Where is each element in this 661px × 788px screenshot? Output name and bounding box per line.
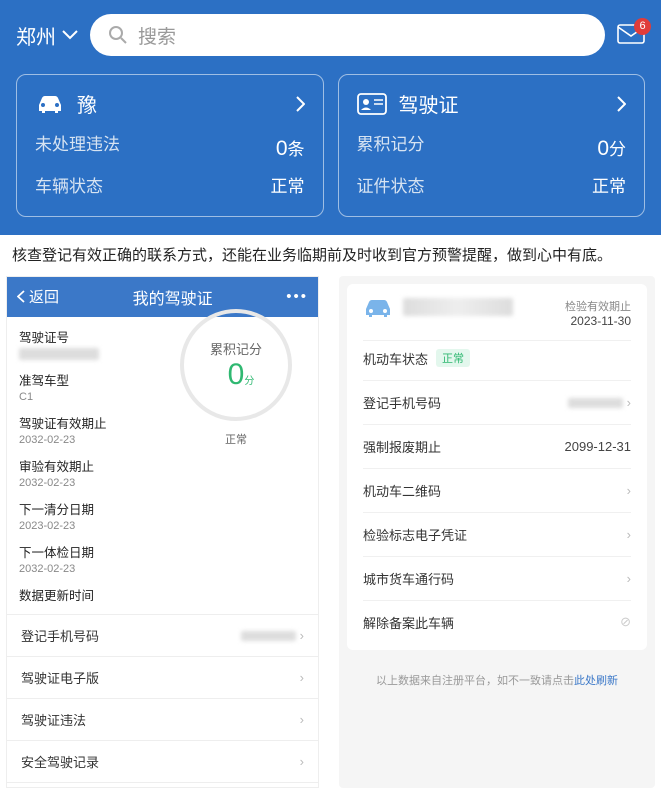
row-label: 城市货车通行码 <box>363 569 454 588</box>
footnote: 以上数据来自注册平台，如不一致请点击此处刷新 <box>339 658 655 702</box>
row-label: 检验标志电子凭证 <box>363 525 467 544</box>
more-button[interactable]: ••• <box>286 288 308 305</box>
chevron-right-icon: › <box>300 754 304 769</box>
chevron-right-icon <box>617 96 626 112</box>
review-label: 审验有效期止 <box>19 456 306 475</box>
row-label: 强制报废期止 <box>363 437 441 456</box>
nav-item-violation[interactable]: 驾驶证违法 › <box>7 699 318 741</box>
refresh-link[interactable]: 此处刷新 <box>574 675 618 687</box>
row-label: 解除备案此车辆 <box>363 613 454 632</box>
chevron-right-icon: › <box>627 571 631 586</box>
inspect-expiry-date: 2023-11-30 <box>565 314 631 328</box>
vehicle-detail-panel: 检验有效期止 2023-11-30 机动车状态 正常 登记手机号码 › 强制报废… <box>339 276 655 788</box>
license-status-value: 正常 <box>592 170 626 204</box>
detail-panels: 返回 我的驾驶证 ••• 累积记分 0分 正常 驾驶证号 准驾车型 <box>0 276 661 788</box>
back-label: 返回 <box>29 286 59 307</box>
chevron-right-icon: › <box>300 670 304 685</box>
violations-count: 0 <box>276 137 288 160</box>
violations-label: 未处理违法 <box>35 128 120 170</box>
row-phone[interactable]: 登记手机号码 › <box>363 380 631 424</box>
violations-unit: 条 <box>288 140 305 159</box>
nav-label: 驾驶证违法 <box>21 710 86 729</box>
nav-label: 安全驾驶记录 <box>21 752 99 771</box>
license-status-label: 证件状态 <box>357 170 425 204</box>
chevron-down-icon <box>62 30 78 40</box>
license-detail-panel: 返回 我的驾驶证 ••• 累积记分 0分 正常 驾驶证号 准驾车型 <box>6 276 319 788</box>
points-label: 累积记分 <box>357 128 425 170</box>
chevron-right-icon: › <box>300 712 304 727</box>
vehicle-card[interactable]: 豫 未处理违法 0条 车辆状态 正常 <box>16 74 324 217</box>
inspect-expiry-label: 检验有效期止 <box>565 298 631 314</box>
row-label: 机动车二维码 <box>363 481 441 500</box>
id-card-icon <box>357 93 387 115</box>
vehicle-status-label: 车辆状态 <box>35 170 103 204</box>
chevron-left-icon <box>17 290 25 303</box>
nav-item-record[interactable]: 安全驾驶记录 › <box>7 741 318 783</box>
top-bar: 郑州 搜索 6 <box>16 14 645 56</box>
nav-label: 驾驶证电子版 <box>21 668 99 687</box>
next-clear-value: 2023-02-23 <box>19 520 306 532</box>
license-no-value <box>19 348 99 360</box>
row-label: 登记手机号码 <box>363 393 441 412</box>
veh-status-label: 机动车状态 <box>363 349 428 368</box>
nav-label: 登记手机号码 <box>21 626 99 645</box>
plate-prefix: 豫 <box>77 89 97 118</box>
row-cert[interactable]: 检验标志电子凭证 › <box>363 512 631 556</box>
chevron-right-icon: › <box>627 527 631 542</box>
mail-badge: 6 <box>634 18 651 35</box>
row-pass[interactable]: 城市货车通行码 › <box>363 556 631 600</box>
gauge-title: 累积记分 <box>210 339 262 358</box>
mail-button[interactable]: 6 <box>617 24 645 47</box>
row-unbind[interactable]: 解除备案此车辆 ⊘ <box>363 600 631 644</box>
review-value: 2032-02-23 <box>19 477 306 489</box>
row-scrap[interactable]: 强制报废期止 2099-12-31 <box>363 424 631 468</box>
plate-value <box>403 298 513 316</box>
phone-value <box>568 398 623 408</box>
city-name: 郑州 <box>16 21 56 50</box>
car-icon <box>35 93 65 115</box>
gauge-value: 0 <box>228 358 245 391</box>
next-check-label: 下一体检日期 <box>19 542 306 561</box>
search-input[interactable]: 搜索 <box>90 14 605 56</box>
scrap-value: 2099-12-31 <box>565 439 632 454</box>
vehicle-card-detail: 检验有效期止 2023-11-30 机动车状态 正常 登记手机号码 › 强制报废… <box>347 284 647 650</box>
car-icon <box>363 298 393 318</box>
next-check-value: 2032-02-23 <box>19 563 306 575</box>
chevron-right-icon: › <box>627 483 631 498</box>
chevron-right-icon: › <box>300 628 304 643</box>
panel-body: 累积记分 0分 正常 驾驶证号 准驾车型 C1 驾驶证有效期止 2032-02-… <box>7 317 318 787</box>
masked-phone <box>241 631 296 641</box>
gauge-status: 正常 <box>166 431 306 447</box>
points-value: 0 <box>597 137 609 160</box>
nav-list: 登记手机号码 › 驾驶证电子版 › 驾驶证违法 › 安全驾驶记录 › <box>7 614 318 783</box>
search-icon <box>108 25 128 45</box>
summary-cards: 豫 未处理违法 0条 车辆状态 正常 驾驶证 累积记分 0分 <box>16 74 645 217</box>
app-header: 郑州 搜索 6 豫 未处理违法 0条 车辆状态 正常 <box>0 0 661 235</box>
chevron-right-icon <box>296 96 305 112</box>
nav-item-elicense[interactable]: 驾驶证电子版 › <box>7 657 318 699</box>
license-card[interactable]: 驾驶证 累积记分 0分 证件状态 正常 <box>338 74 646 217</box>
description-text: 核查登记有效正确的联系方式，还能在业务临期前及时收到官方预警提醒，做到心中有底。 <box>0 235 661 276</box>
footnote-text: 以上数据来自注册平台，如不一致请点击 <box>376 675 574 687</box>
row-qrcode[interactable]: 机动车二维码 › <box>363 468 631 512</box>
back-button[interactable]: 返回 <box>17 286 59 307</box>
panel-title: 我的驾驶证 <box>59 285 286 309</box>
points-gauge: 累积记分 0分 正常 <box>166 309 306 447</box>
license-title: 驾驶证 <box>399 89 459 118</box>
nav-item-phone[interactable]: 登记手机号码 › <box>7 615 318 657</box>
veh-status-tag: 正常 <box>436 349 470 367</box>
update-time-label: 数据更新时间 <box>19 585 306 604</box>
chevron-right-icon: › <box>627 395 631 410</box>
vehicle-status-value: 正常 <box>271 170 305 204</box>
unbind-icon: ⊘ <box>620 614 631 630</box>
city-selector[interactable]: 郑州 <box>16 21 78 50</box>
gauge-unit: 分 <box>244 376 254 387</box>
points-unit: 分 <box>609 140 626 159</box>
search-placeholder: 搜索 <box>138 22 176 49</box>
next-clear-label: 下一清分日期 <box>19 499 306 518</box>
